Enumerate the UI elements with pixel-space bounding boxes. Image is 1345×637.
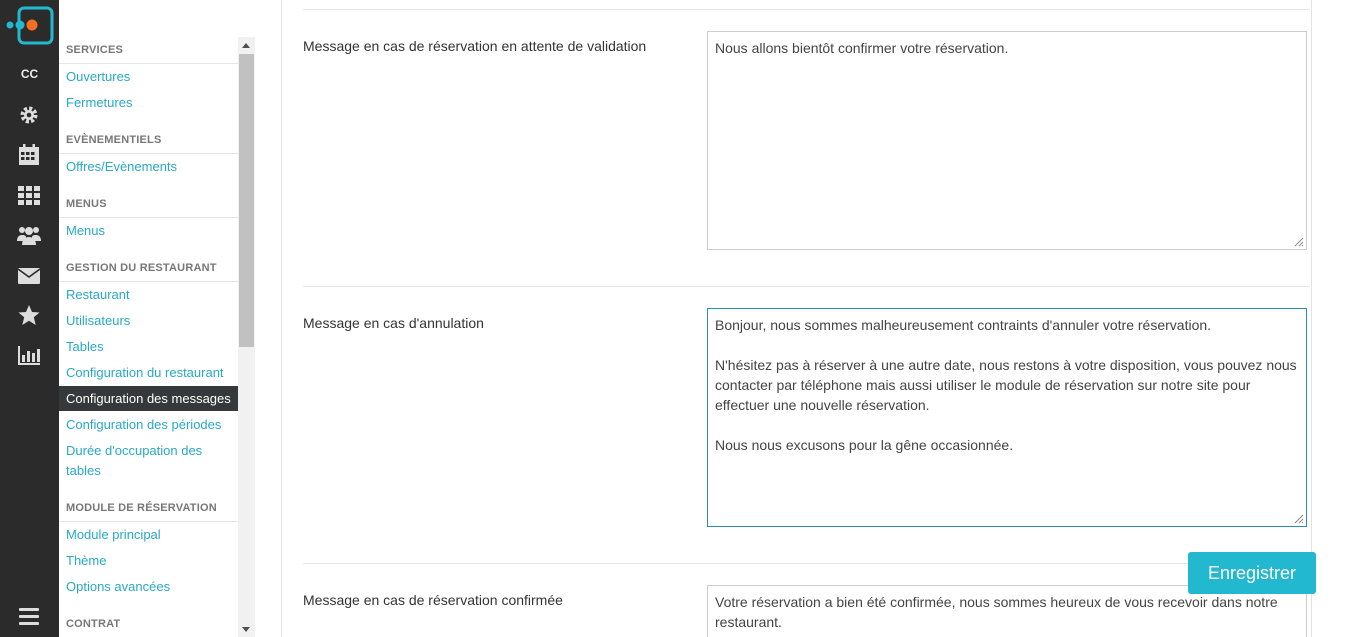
calendar-icon[interactable] — [17, 144, 41, 166]
save-button[interactable]: Enregistrer — [1188, 552, 1316, 594]
section-services: SERVICES — [66, 44, 124, 56]
divider — [59, 63, 239, 64]
nav-duree-occupation[interactable]: Durée d'occupation des — [66, 441, 202, 461]
nav-configuration-restaurant[interactable]: Configuration du restaurant — [66, 363, 224, 383]
cancellation-message-textarea[interactable]: Bonjour, nous sommes malheureusement con… — [707, 308, 1307, 527]
nav-configuration-messages[interactable]: Configuration des messages — [59, 386, 239, 411]
star-icon[interactable] — [17, 304, 41, 326]
nav-scrollbar[interactable] — [238, 37, 255, 637]
nav-menus[interactable]: Menus — [66, 221, 105, 241]
nav-options-avancees[interactable]: Options avancées — [66, 577, 170, 597]
nav-theme[interactable]: Thème — [66, 551, 106, 571]
cancellation-message-label: Message en cas d'annulation — [303, 315, 484, 331]
users-icon[interactable] — [17, 224, 41, 246]
nav-configuration-periodes[interactable]: Configuration des périodes — [66, 415, 221, 435]
nav-module-principal[interactable]: Module principal — [66, 525, 161, 545]
divider — [59, 281, 239, 282]
resize-grip-icon[interactable] — [1292, 235, 1304, 247]
app-sidebar-rail: CC — [0, 0, 59, 637]
nav-offres-evenements[interactable]: Offres/Evènements — [66, 157, 177, 177]
resize-grip-icon[interactable] — [1292, 512, 1304, 524]
confirmed-message-label: Message en cas de réservation confirmée — [303, 592, 563, 608]
section-module-reservation: MODULE DE RÉSERVATION — [66, 502, 217, 514]
nav-tables[interactable]: Tables — [66, 337, 104, 357]
nav-ouvertures[interactable]: Ouvertures — [66, 67, 130, 87]
nav-restaurant[interactable]: Restaurant — [66, 285, 130, 305]
section-evenementiels: EVÈNEMENTIELS — [66, 134, 162, 146]
stats-icon[interactable] — [17, 344, 41, 366]
app-logo[interactable] — [5, 6, 55, 46]
scrollbar-thumb[interactable] — [239, 54, 254, 347]
scroll-down-icon[interactable] — [242, 627, 250, 632]
menu-icon[interactable] — [17, 605, 41, 627]
divider — [59, 153, 239, 154]
settings-nav: SERVICES Ouvertures Fermetures EVÈNEMENT… — [59, 37, 239, 637]
pending-message-textarea[interactable]: Nous allons bientôt confirmer votre rése… — [707, 31, 1307, 250]
nav-utilisateurs[interactable]: Utilisateurs — [66, 311, 130, 331]
nav-duree-occupation-cont[interactable]: tables — [66, 461, 101, 481]
row-divider — [303, 286, 1310, 287]
settings-icon[interactable] — [17, 104, 41, 126]
panel-border — [281, 0, 282, 637]
mail-icon[interactable] — [17, 265, 41, 287]
user-initials[interactable]: CC — [0, 67, 59, 81]
section-gestion-restaurant: GESTION DU RESTAURANT — [66, 262, 217, 274]
section-contrat: CONTRAT — [66, 618, 121, 630]
row-divider — [303, 563, 1310, 564]
section-menus: MENUS — [66, 198, 107, 210]
nav-fermetures[interactable]: Fermetures — [66, 93, 132, 113]
panel-border — [1311, 0, 1312, 637]
divider — [59, 521, 239, 522]
divider — [59, 217, 239, 218]
scroll-up-icon[interactable] — [242, 43, 250, 48]
row-divider — [303, 9, 1310, 10]
grid-icon[interactable] — [17, 184, 41, 206]
pending-message-label: Message en cas de réservation en attente… — [303, 38, 647, 54]
